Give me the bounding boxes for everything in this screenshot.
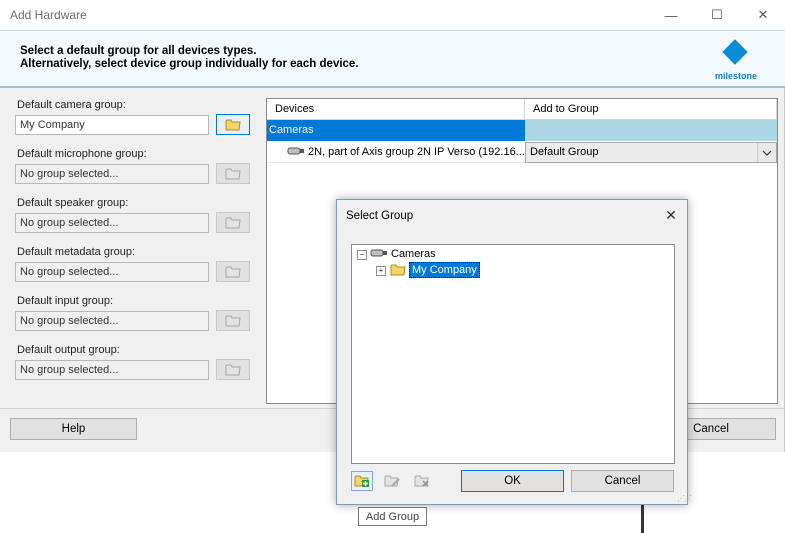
delete-folder-icon [414, 475, 429, 487]
tree-root-cameras[interactable]: Cameras [391, 248, 436, 260]
output-group-label: Default output group: [17, 344, 120, 356]
milestone-logo-text: milestone [714, 71, 757, 81]
group-tree: − Cameras + My Company [351, 244, 675, 464]
window-title: Add Hardware [10, 8, 87, 22]
microphone-group-browse-button [216, 163, 250, 184]
metadata-group-field: No group selected... [15, 262, 209, 282]
microphone-group-label: Default microphone group: [17, 148, 147, 160]
instruction-banner: Select a default group for all devices t… [0, 30, 785, 88]
chevron-down-icon[interactable] [757, 143, 776, 162]
delete-group-button [411, 471, 433, 491]
speaker-group-label: Default speaker group: [17, 197, 129, 209]
camera-icon [370, 249, 387, 257]
add-folder-icon [354, 475, 369, 487]
add-group-button[interactable] [351, 471, 373, 491]
add-group-tooltip: Add Group [358, 507, 427, 526]
microphone-group-field: No group selected... [15, 164, 209, 184]
column-header-devices[interactable]: Devices [267, 99, 525, 120]
device-group-dropdown[interactable]: Default Group [525, 142, 777, 163]
dialog-close-button[interactable]: ✕ [659, 205, 683, 225]
folder-icon [390, 264, 406, 276]
select-group-dialog: Select Group ✕ − Cameras + My Company OK… [336, 199, 692, 505]
edit-folder-icon [384, 475, 400, 487]
device-name: 2N, part of Axis group 2N IP Verso (192.… [308, 146, 525, 158]
output-group-browse-button [216, 359, 250, 380]
help-button[interactable]: Help [10, 418, 137, 440]
device-row[interactable]: 2N, part of Axis group 2N IP Verso (192.… [267, 141, 525, 163]
folder-disabled-icon [225, 266, 241, 278]
column-header-add-to-group[interactable]: Add to Group [525, 99, 777, 120]
instruction-line-2: Alternatively, select device group indiv… [20, 58, 359, 70]
ok-button[interactable]: OK [461, 470, 564, 492]
camera-group-label: Default camera group: [17, 99, 126, 111]
folder-icon [225, 119, 241, 131]
cameras-category-row[interactable]: Cameras [267, 120, 525, 141]
folder-disabled-icon [225, 217, 241, 229]
metadata-group-browse-button [216, 261, 250, 282]
milestone-diamond-icon [722, 39, 748, 65]
maximize-button[interactable]: ☐ [697, 4, 737, 26]
title-bar: Add Hardware — ☐ ✕ [0, 0, 785, 30]
expand-icon[interactable]: + [376, 266, 386, 276]
input-group-field: No group selected... [15, 311, 209, 331]
output-group-field: No group selected... [15, 360, 209, 380]
speaker-group-browse-button [216, 212, 250, 233]
camera-group-field[interactable]: My Company [15, 115, 209, 135]
resize-grip[interactable]: ⋰⋰ [677, 494, 692, 503]
device-group-value: Default Group [530, 146, 599, 158]
milestone-logo: milestone [702, 37, 766, 83]
dialog-title: Select Group [346, 210, 414, 222]
input-group-label: Default input group: [17, 295, 114, 307]
instruction-line-1: Select a default group for all devices t… [20, 45, 257, 57]
folder-disabled-icon [225, 168, 241, 180]
edit-group-button [381, 471, 403, 491]
dialog-cancel-button[interactable]: Cancel [571, 470, 674, 492]
cameras-category-group-cell[interactable] [525, 120, 777, 141]
minimize-button[interactable]: — [651, 4, 691, 26]
input-group-browse-button [216, 310, 250, 331]
camera-group-browse-button[interactable] [216, 114, 250, 135]
metadata-group-label: Default metadata group: [17, 246, 136, 258]
background-divider [641, 505, 644, 533]
tree-item-my-company[interactable]: My Company [409, 262, 480, 278]
folder-disabled-icon [225, 364, 241, 376]
speaker-group-field: No group selected... [15, 213, 209, 233]
close-button[interactable]: ✕ [743, 4, 783, 26]
camera-icon [287, 147, 304, 155]
collapse-icon[interactable]: − [357, 250, 367, 260]
folder-disabled-icon [225, 315, 241, 327]
